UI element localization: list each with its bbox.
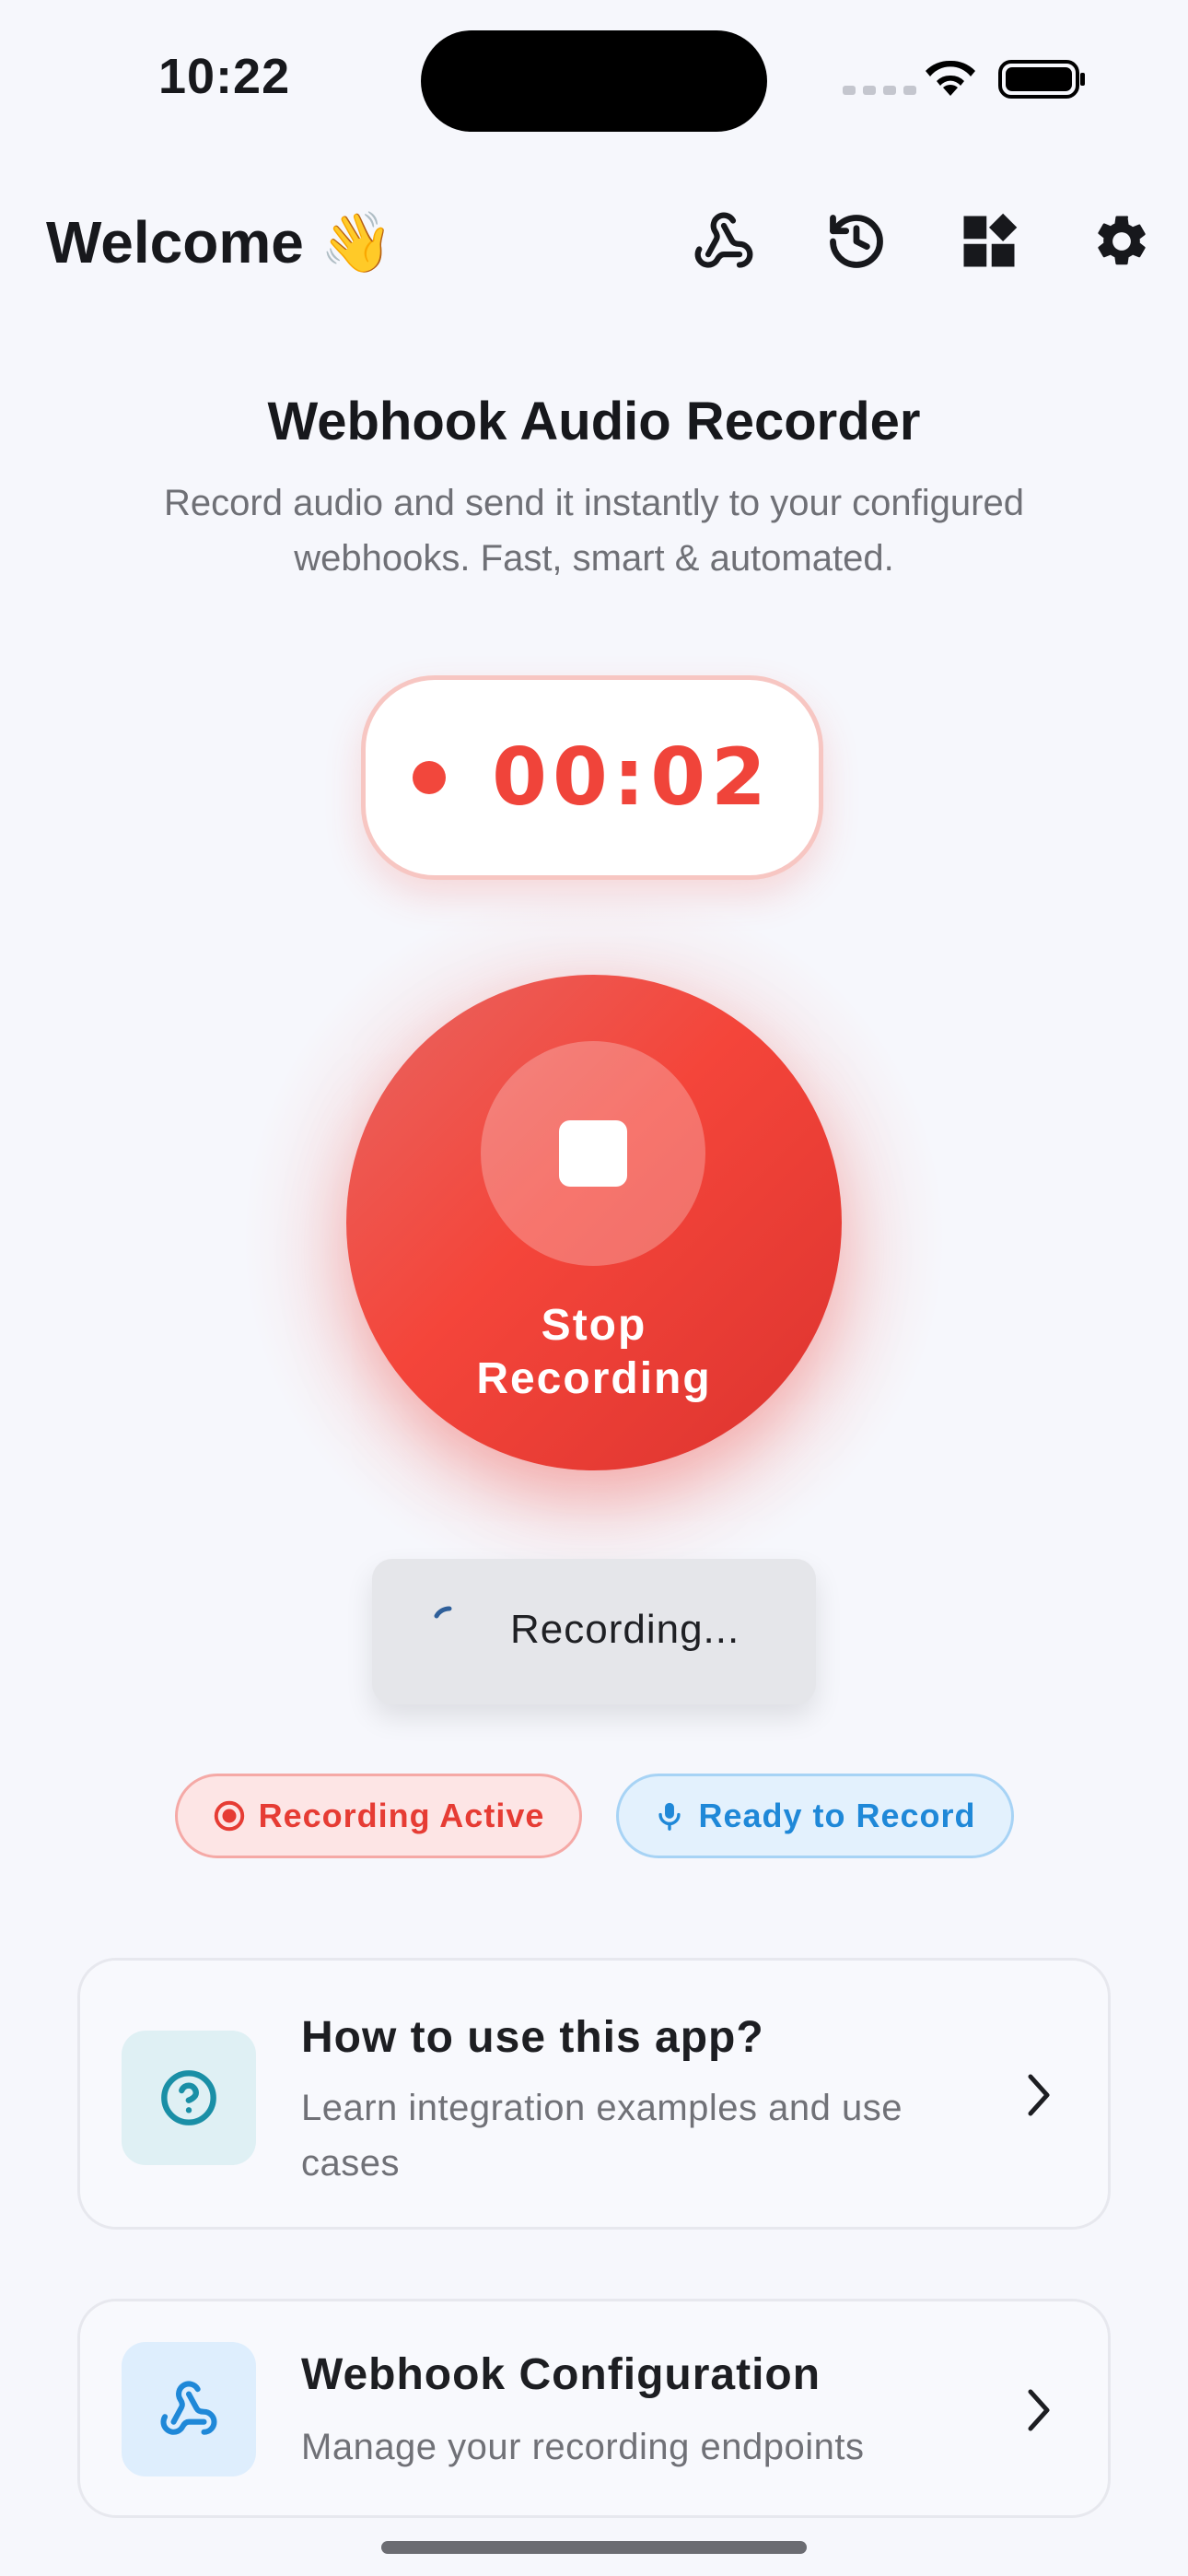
- recording-timer: 00:02: [361, 675, 823, 880]
- chevron-right-icon: [1028, 2074, 1050, 2116]
- history-icon[interactable]: [820, 205, 893, 278]
- recording-active-badge: Recording Active: [175, 1774, 582, 1858]
- stop-recording-button[interactable]: Stop Recording: [346, 975, 842, 1470]
- ready-to-record-badge: Ready to Record: [616, 1774, 1014, 1858]
- stop-icon: [559, 1120, 627, 1187]
- stop-icon-ring: [481, 1041, 705, 1266]
- webhook-icon[interactable]: [687, 205, 761, 278]
- home-indicator[interactable]: [381, 2541, 807, 2554]
- card-subtitle: Learn integration examples and use cases: [301, 2088, 903, 2184]
- card-title: How to use this app?: [301, 2013, 764, 2062]
- wifi-icon: [926, 60, 975, 96]
- app-description: Record audio and send it instantly to yo…: [164, 483, 1024, 579]
- stop-recording-label: Stop Recording: [476, 1301, 712, 1403]
- dynamic-island: [421, 30, 767, 132]
- battery-icon: [998, 60, 1085, 99]
- app-title: Webhook Audio Recorder: [267, 392, 921, 451]
- recording-dot-icon: [413, 761, 447, 794]
- help-circle-icon: [122, 2031, 256, 2165]
- recording-active-label: Recording Active: [258, 1797, 545, 1834]
- status-time: 10:22: [158, 49, 291, 104]
- loading-spinner-icon: [434, 1606, 452, 1619]
- recording-status-text: Recording...: [510, 1607, 740, 1652]
- ready-to-record-label: Ready to Record: [698, 1797, 976, 1834]
- microphone-icon: [658, 1802, 681, 1831]
- timer-value: 00:02: [492, 732, 772, 824]
- welcome-title: Welcome 👋: [46, 209, 394, 275]
- card-title: Webhook Configuration: [301, 2350, 821, 2399]
- how-to-use-card[interactable]: How to use this app? Learn integration e…: [77, 1958, 1111, 2230]
- card-subtitle: Manage your recording endpoints: [301, 2427, 865, 2467]
- record-circle-icon: [214, 1800, 244, 1832]
- widgets-icon[interactable]: [952, 205, 1026, 278]
- gear-icon[interactable]: [1085, 205, 1159, 278]
- cellular-signal-icon: [843, 86, 916, 95]
- webhook-icon: [122, 2342, 256, 2476]
- chevron-right-icon: [1028, 2389, 1050, 2431]
- recording-status-chip: Recording...: [372, 1559, 816, 1704]
- webhook-configuration-card[interactable]: Webhook Configuration Manage your record…: [77, 2299, 1111, 2518]
